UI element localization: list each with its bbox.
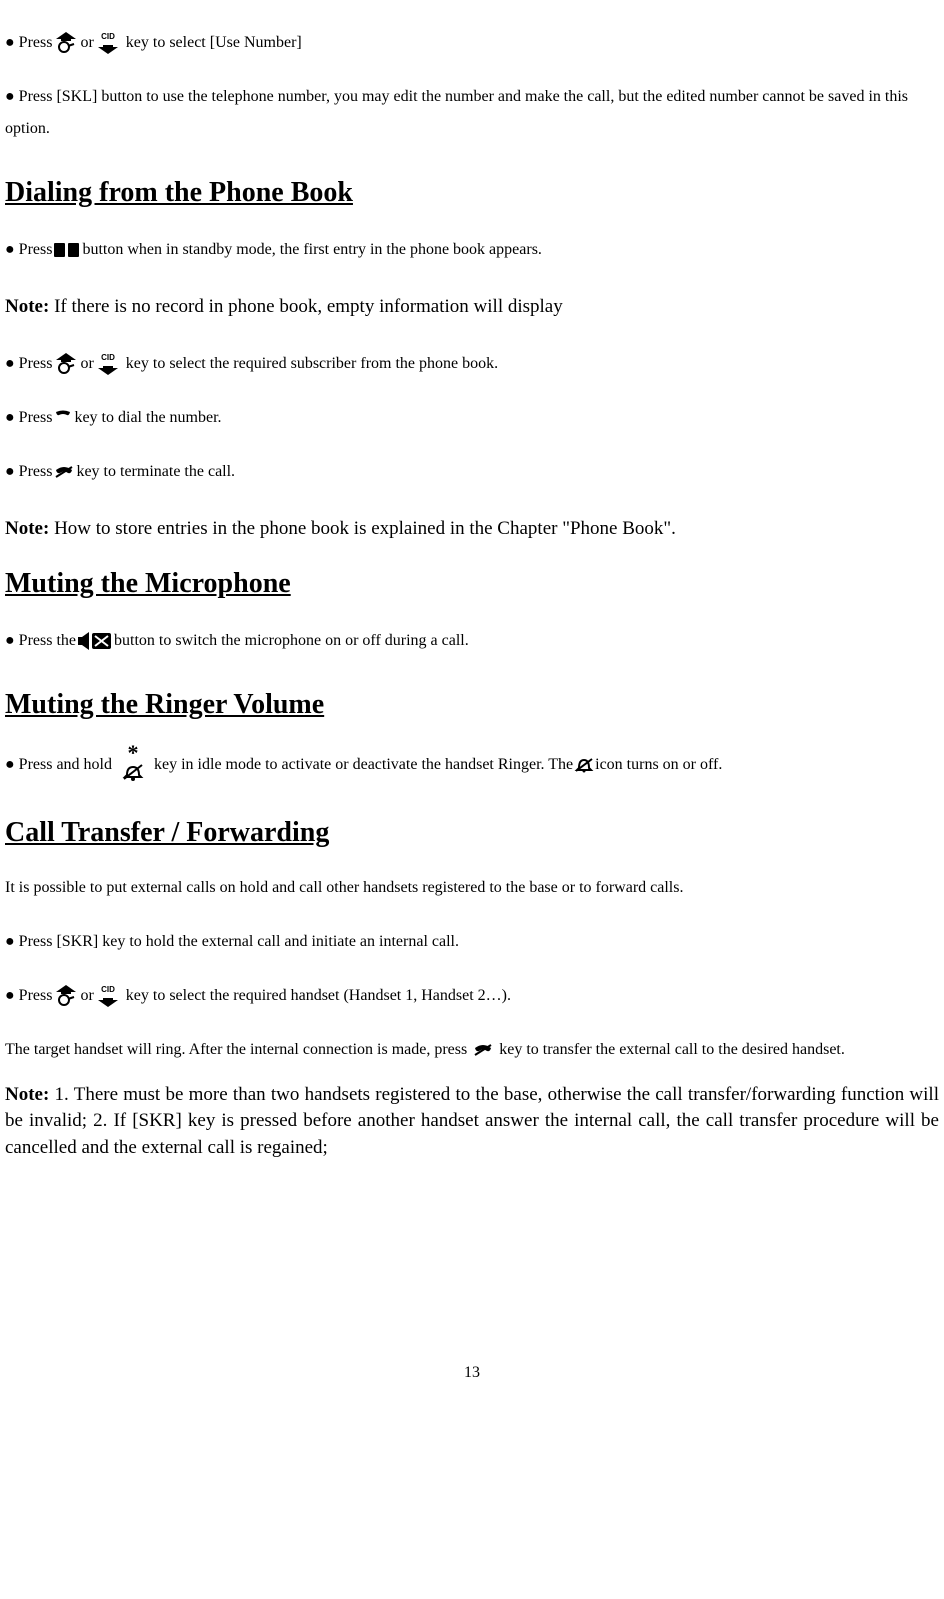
bullet-terminate: ● Press key to terminate the call. [5,456,939,488]
bullet-mute-ringer: ● Press and hold * key in idle mode to a… [5,745,939,785]
text: key in idle mode to activate or deactiva… [154,749,573,781]
text: button to switch the microphone on or of… [114,625,469,657]
end-call-icon [53,464,75,480]
note-text: 1. There must be more than two handsets … [5,1084,939,1158]
text: button when in standby mode, the first e… [82,234,541,266]
heading-muting-ringer: Muting the Ringer Volume [5,685,939,724]
down-arrow-cid-icon: CID [95,985,125,1007]
transfer-intro: It is possible to put external calls on … [5,872,939,904]
text: key to select [Use Number] [126,27,302,59]
bullet-skl: ● Press [SKL] button to use the telephon… [5,81,939,145]
text: or [80,980,93,1012]
text: The target handset will ring. After the … [5,1041,471,1058]
up-arrow-log-icon [53,985,79,1007]
bullet-transfer-select: ● Press or CID key to select the require… [5,980,939,1012]
note-empty-phonebook: Note: If there is no record in phone boo… [5,288,939,326]
svg-text:CID: CID [101,985,115,994]
svg-text:CID: CID [101,32,115,41]
text: icon turns on or off. [595,749,722,781]
note-text: If there is no record in phone book, emp… [49,296,562,317]
svg-text:CID: CID [101,353,115,362]
call-icon [53,410,73,426]
page-number: 13 [5,1362,939,1384]
note-label: Note: [5,518,49,539]
text: key to terminate the call. [76,456,235,488]
note-store-entries: Note: How to store entries in the phone … [5,510,939,548]
text: key to dial the number. [74,402,221,434]
text: key to select the required subscriber fr… [126,348,498,380]
heading-transfer: Call Transfer / Forwarding [5,813,939,852]
heading-dialing: Dialing from the Phone Book [5,173,939,212]
text: key to transfer the external call to the… [495,1041,845,1058]
svg-text:*: * [128,745,139,765]
down-arrow-cid-icon: CID [95,353,125,375]
bullet-transfer-hold: ● Press [SKR] key to hold the external c… [5,926,939,958]
text: ● Press and hold [5,749,112,781]
end-call-icon [472,1042,494,1058]
heading-muting-mic: Muting the Microphone [5,564,939,603]
text: or [80,348,93,380]
bullet-select-subscriber: ● Press or CID key to select the require… [5,348,939,380]
up-arrow-log-icon [53,353,79,375]
star-bell-off-icon: * [113,745,153,785]
text: or [80,27,93,59]
note-transfer: Note: 1. There must be more than two han… [5,1082,939,1162]
text: ● Press [5,402,52,434]
mute-icon [77,630,113,652]
bullet-dial: ● Press key to dial the number. [5,402,939,434]
phonebook-icon [53,241,81,259]
note-text: How to store entries in the phone book i… [49,518,676,539]
bullet-use-number: ● Press or CID key to select [Use Number… [5,27,939,59]
down-arrow-cid-icon: CID [95,32,125,54]
text: ● Press [5,456,52,488]
text: ● Press [5,980,52,1012]
up-arrow-log-icon [53,32,79,54]
bell-off-icon [574,756,594,774]
note-label: Note: [5,1084,49,1105]
text: ● Press [5,234,52,266]
note-label: Note: [5,296,49,317]
bullet-mute-mic: ● Press the button to switch the microph… [5,625,939,657]
text: key to select the required handset (Hand… [126,980,511,1012]
text: ● Press [5,348,52,380]
transfer-target-ring: The target handset will ring. After the … [5,1034,939,1066]
bullet-phonebook-open: ● Press button when in standby mode, the… [5,234,939,266]
text: ● Press [5,27,52,59]
text: ● Press the [5,625,76,657]
